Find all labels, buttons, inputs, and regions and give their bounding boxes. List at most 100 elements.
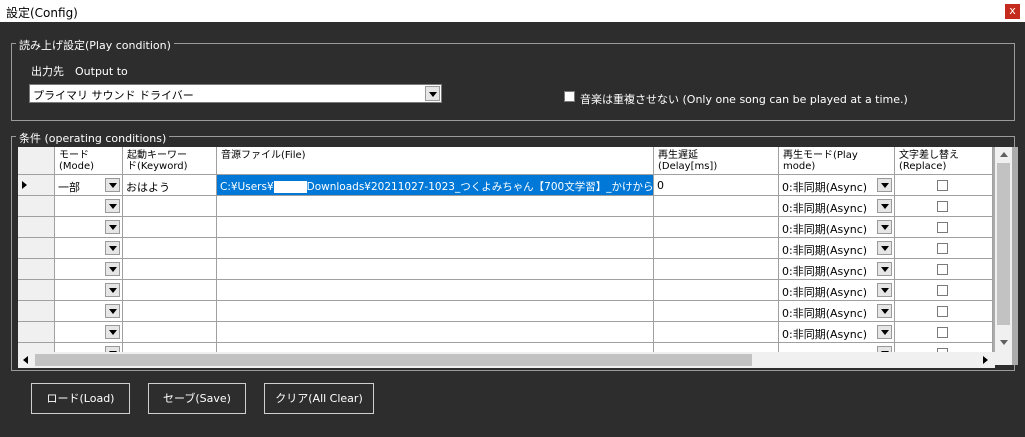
file-cell[interactable] <box>217 301 654 322</box>
column-header-file[interactable]: 音源ファイル(File) <box>217 147 654 175</box>
play-mode-cell[interactable]: 0:非同期(Async) <box>779 322 895 343</box>
file-cell[interactable]: C:¥Users¥ Downloads¥20211027-1023_つくよみちゃん… <box>217 175 654 196</box>
keyword-cell[interactable] <box>123 322 217 343</box>
chevron-down-icon[interactable] <box>105 304 120 318</box>
table-row[interactable]: 0:非同期(Async) <box>18 217 1018 238</box>
column-header-mode[interactable]: モード (Mode) <box>55 147 123 175</box>
table-row[interactable]: 0:非同期(Async) <box>18 322 1018 343</box>
mode-cell[interactable] <box>55 322 123 343</box>
row-header[interactable] <box>18 217 55 238</box>
chevron-down-icon[interactable] <box>877 325 892 339</box>
replace-checkbox[interactable] <box>937 285 948 296</box>
chevron-down-icon[interactable] <box>877 241 892 255</box>
chevron-down-icon[interactable] <box>877 199 892 213</box>
delay-cell[interactable] <box>654 217 779 238</box>
replace-cell[interactable] <box>895 217 993 238</box>
play-mode-cell[interactable]: 0:非同期(Async) <box>779 175 895 196</box>
chevron-down-icon[interactable] <box>105 199 120 213</box>
file-cell[interactable] <box>217 322 654 343</box>
output-device-select[interactable]: プライマリ サウンド ドライバー <box>29 84 442 103</box>
table-row[interactable]: 0:非同期(Async) <box>18 280 1018 301</box>
chevron-down-icon[interactable] <box>105 220 120 234</box>
mode-cell[interactable]: 一部 <box>55 175 123 196</box>
grid-horizontal-scrollbar[interactable] <box>18 352 995 368</box>
play-mode-cell[interactable]: 0:非同期(Async) <box>779 196 895 217</box>
column-header-keyword[interactable]: 起動キーワー ド(Keyword) <box>123 147 217 175</box>
conditions-grid[interactable]: モード (Mode) 起動キーワー ド(Keyword) 音源ファイル(File… <box>18 147 1018 365</box>
keyword-cell[interactable] <box>123 280 217 301</box>
table-row[interactable]: 0:非同期(Async) <box>18 259 1018 280</box>
mode-cell[interactable] <box>55 280 123 301</box>
table-row[interactable]: 0:非同期(Async) <box>18 238 1018 259</box>
table-row[interactable]: 0:非同期(Async) <box>18 196 1018 217</box>
column-header-replace[interactable]: 文字差し替え (Replace) <box>895 147 993 175</box>
table-row[interactable]: 一部 おはよう C:¥Users¥ Downloads¥20211027-1023_つ… <box>18 175 1018 196</box>
chevron-down-icon[interactable] <box>105 325 120 339</box>
replace-cell[interactable] <box>895 280 993 301</box>
scroll-left-icon[interactable] <box>18 352 33 367</box>
play-mode-cell[interactable]: 0:非同期(Async) <box>779 259 895 280</box>
delay-cell[interactable] <box>654 196 779 217</box>
horizontal-scroll-thumb[interactable] <box>35 354 752 366</box>
grid-vertical-scrollbar[interactable] <box>995 147 1012 365</box>
file-cell[interactable] <box>217 280 654 301</box>
clear-button[interactable]: クリア(All Clear) <box>264 383 374 414</box>
chevron-down-icon[interactable] <box>877 304 892 318</box>
delay-cell[interactable] <box>654 322 779 343</box>
replace-checkbox[interactable] <box>937 306 948 317</box>
replace-cell[interactable] <box>895 175 993 196</box>
column-header-play-mode[interactable]: 再生モード(Play mode) <box>779 147 895 175</box>
file-cell[interactable] <box>217 196 654 217</box>
keyword-cell[interactable] <box>123 217 217 238</box>
chevron-down-icon[interactable] <box>105 283 120 297</box>
scroll-right-icon[interactable] <box>978 352 993 367</box>
delay-cell[interactable] <box>654 259 779 280</box>
replace-cell[interactable] <box>895 322 993 343</box>
replace-checkbox[interactable] <box>937 222 948 233</box>
table-row[interactable]: 0:非同期(Async) <box>18 301 1018 322</box>
chevron-down-icon[interactable] <box>105 178 120 192</box>
close-button[interactable]: x <box>1005 4 1020 19</box>
play-mode-cell[interactable]: 0:非同期(Async) <box>779 217 895 238</box>
replace-cell[interactable] <box>895 196 993 217</box>
keyword-cell[interactable] <box>123 301 217 322</box>
replace-cell[interactable] <box>895 238 993 259</box>
mode-cell[interactable] <box>55 301 123 322</box>
play-mode-cell[interactable]: 0:非同期(Async) <box>779 280 895 301</box>
replace-checkbox[interactable] <box>937 243 948 254</box>
play-mode-cell[interactable]: 0:非同期(Async) <box>779 238 895 259</box>
scroll-up-icon[interactable] <box>996 147 1011 162</box>
chevron-down-icon[interactable] <box>877 178 892 192</box>
delay-cell[interactable] <box>654 301 779 322</box>
row-header[interactable] <box>18 280 55 301</box>
mode-cell[interactable] <box>55 217 123 238</box>
keyword-cell[interactable] <box>123 238 217 259</box>
vertical-scroll-thumb[interactable] <box>997 163 1010 325</box>
replace-checkbox[interactable] <box>937 327 948 338</box>
replace-checkbox[interactable] <box>937 201 948 212</box>
row-header[interactable] <box>18 238 55 259</box>
row-header[interactable] <box>18 301 55 322</box>
row-header[interactable] <box>18 196 55 217</box>
mode-cell[interactable] <box>55 238 123 259</box>
scroll-down-icon[interactable] <box>996 335 1011 350</box>
chevron-down-icon[interactable] <box>877 283 892 297</box>
chevron-down-icon[interactable] <box>105 262 120 276</box>
mode-cell[interactable] <box>55 196 123 217</box>
chevron-down-icon[interactable] <box>105 241 120 255</box>
chevron-down-icon[interactable] <box>877 262 892 276</box>
row-header[interactable] <box>18 175 55 196</box>
replace-checkbox[interactable] <box>937 180 948 191</box>
keyword-cell[interactable] <box>123 259 217 280</box>
replace-cell[interactable] <box>895 301 993 322</box>
column-header-delay[interactable]: 再生遅延 (Delay[ms]) <box>654 147 779 175</box>
load-button[interactable]: ロード(Load) <box>31 383 130 414</box>
file-cell[interactable] <box>217 217 654 238</box>
replace-cell[interactable] <box>895 259 993 280</box>
play-mode-cell[interactable]: 0:非同期(Async) <box>779 301 895 322</box>
chevron-down-icon[interactable] <box>425 86 440 101</box>
delay-cell[interactable] <box>654 238 779 259</box>
row-header[interactable] <box>18 259 55 280</box>
delay-cell[interactable]: 0 <box>654 175 779 196</box>
no-overlap-checkbox[interactable] <box>564 91 575 102</box>
